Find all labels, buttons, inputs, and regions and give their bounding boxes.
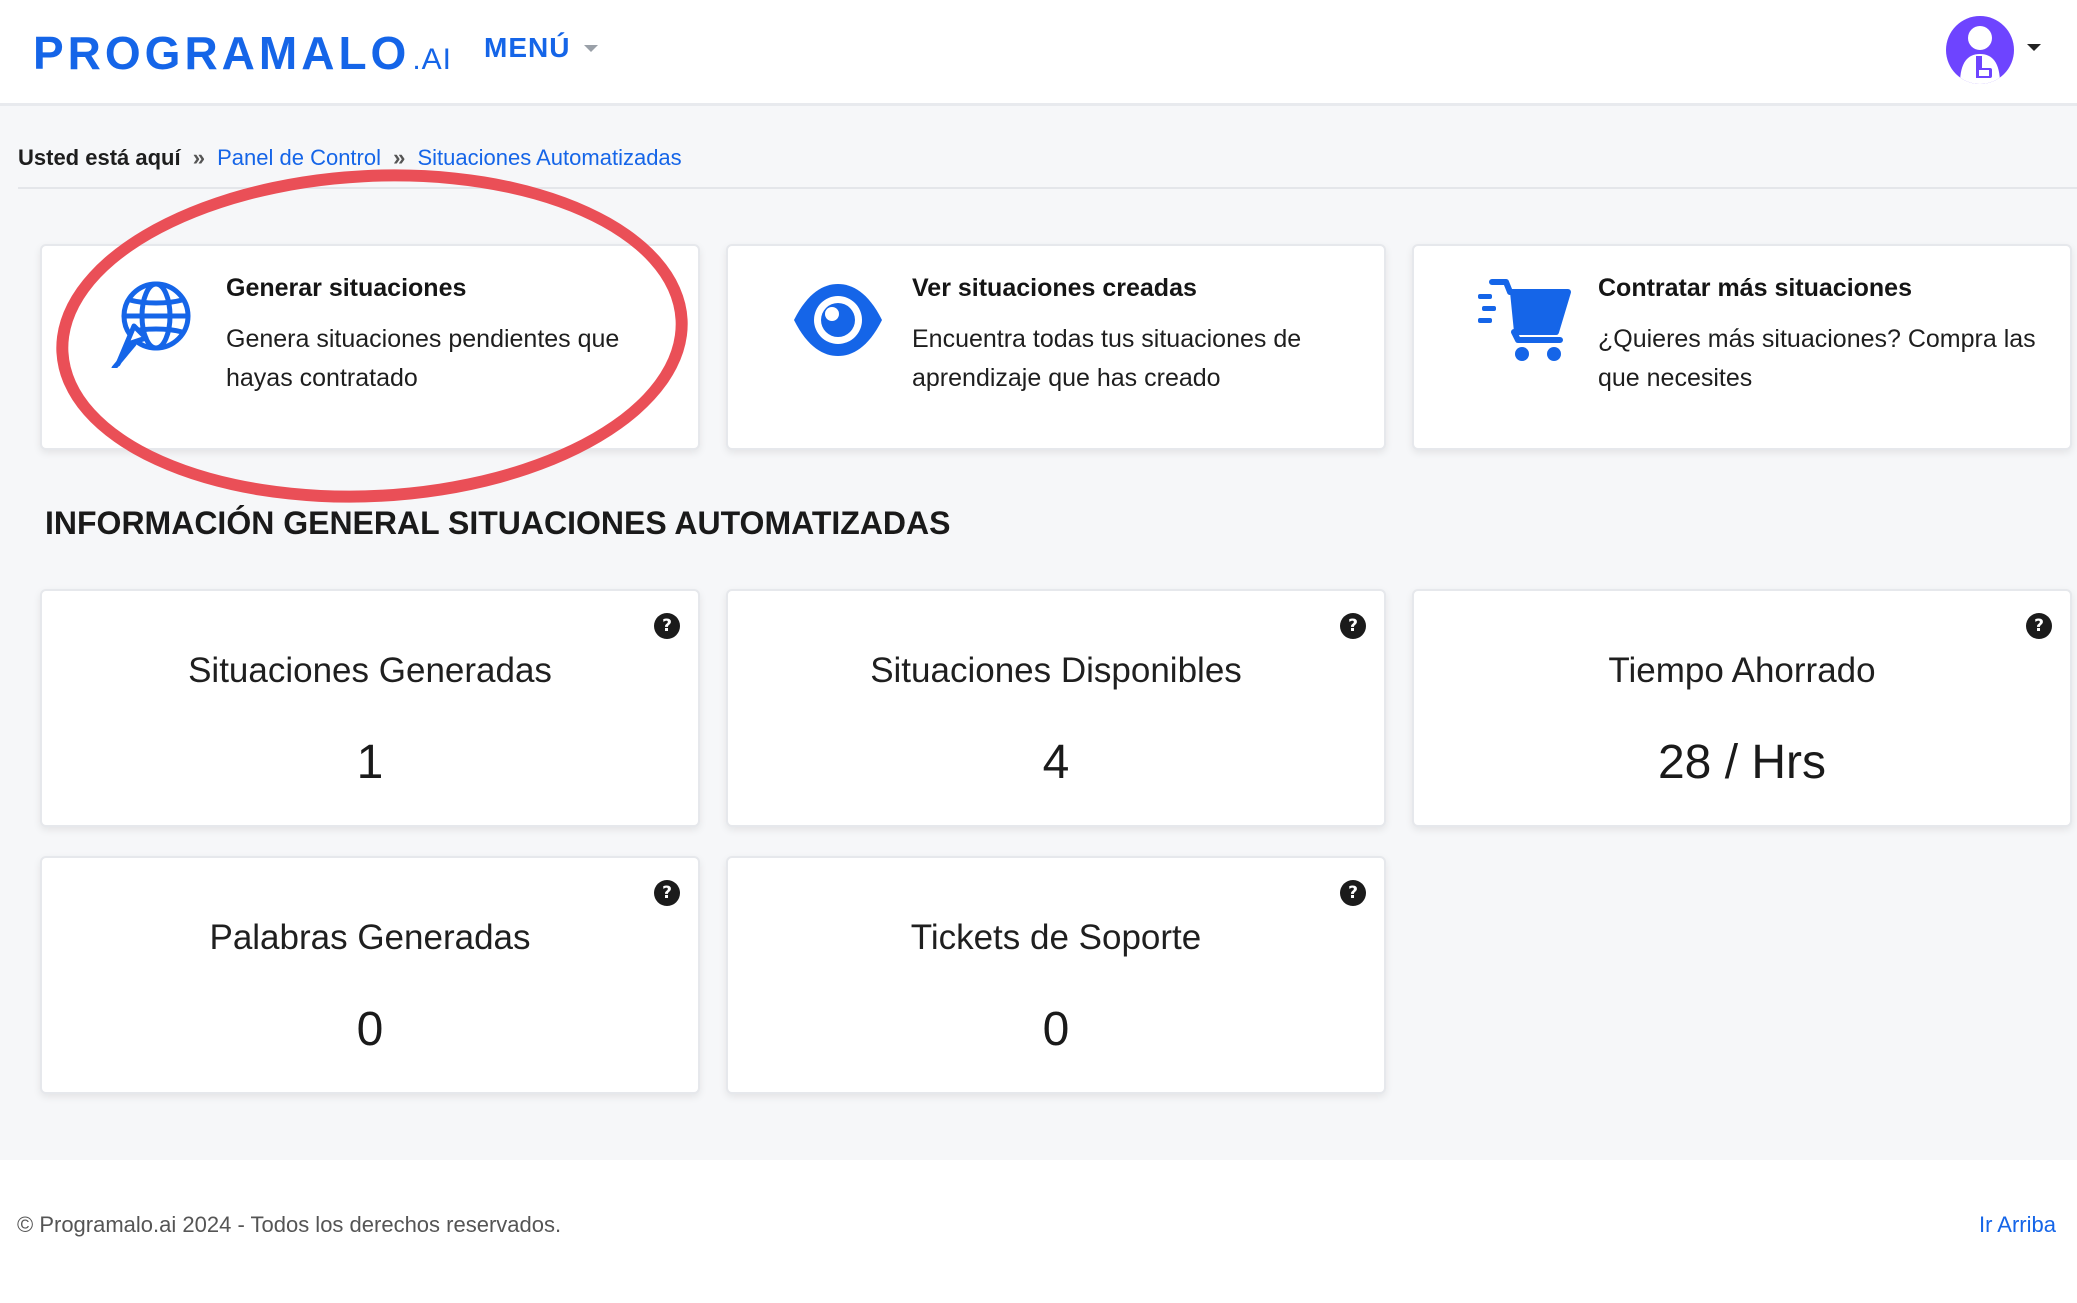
menu-label: MENÚ [484, 32, 571, 63]
caret-down-icon[interactable] [2027, 44, 2041, 51]
help-icon[interactable]: ? [1340, 880, 1366, 906]
logo-suffix: .AI [412, 43, 453, 76]
help-icon[interactable]: ? [654, 880, 680, 906]
breadcrumb-label: Usted está aquí [18, 145, 181, 170]
card-title: Generar situaciones [226, 274, 467, 302]
section-title: INFORMACIÓN GENERAL SITUACIONES AUTOMATI… [45, 505, 951, 541]
breadcrumb: Usted está aquí » Panel de Control » Sit… [18, 145, 2077, 189]
stat-title: Tiempo Ahorrado [1608, 651, 1876, 690]
stat-value: 1 [356, 736, 384, 789]
stat-card-available: Situaciones Disponibles 4 ? [726, 589, 1386, 827]
user-avatar[interactable] [1946, 16, 2014, 84]
help-icon[interactable]: ? [1340, 613, 1366, 639]
top-navbar: PROGRAMALO .AI MENÚ [0, 0, 2077, 106]
chevron-down-icon [584, 44, 599, 52]
buy-situations-card[interactable]: Contratar más situaciones ¿Quieres más s… [1412, 244, 2072, 450]
stat-title: Tickets de Soporte [910, 918, 1202, 957]
card-description: ¿Quieres más situaciones? Compra las que… [1598, 325, 2036, 392]
stat-card-generated: Situaciones Generadas 1 ? [40, 589, 700, 827]
card-description: Encuentra todas tus situaciones de apren… [912, 325, 1302, 392]
stat-title: Palabras Generadas [209, 918, 531, 957]
cart-icon [1478, 279, 1571, 361]
stat-value: 4 [1042, 736, 1070, 789]
footer: © Programalo.ai 2024 - Todos los derecho… [0, 1160, 2077, 1303]
help-icon[interactable]: ? [654, 613, 680, 639]
footer-copyright: © Programalo.ai 2024 - Todos los derecho… [17, 1212, 562, 1237]
stat-value: 0 [356, 1003, 384, 1056]
stat-card-words: Palabras Generadas 0 ? [40, 856, 700, 1094]
help-icon[interactable]: ? [2026, 613, 2052, 639]
breadcrumb-separator: » [393, 145, 406, 170]
breadcrumb-link-current[interactable]: Situaciones Automatizadas [418, 145, 682, 170]
back-to-top-link[interactable]: Ir Arriba [1979, 1212, 2056, 1238]
stat-card-time-saved: Tiempo Ahorrado 28 / Hrs ? [1412, 589, 2072, 827]
user-icon [1960, 26, 2000, 84]
breadcrumb-separator: » [192, 145, 205, 170]
generate-situations-card[interactable]: Generar situaciones Genera situaciones p… [40, 244, 700, 450]
view-situations-card[interactable]: Ver situaciones creadas Encuentra todas … [726, 244, 1386, 450]
stat-title: Situaciones Generadas [188, 651, 552, 690]
logo-text: PROGRAMALO [33, 27, 411, 79]
stat-title: Situaciones Disponibles [870, 651, 1242, 690]
stat-value: 0 [1042, 1003, 1070, 1056]
logo[interactable]: PROGRAMALO .AI [33, 26, 453, 79]
stat-value: 28 / Hrs [1657, 736, 1827, 789]
globe-cursor-icon [111, 281, 191, 368]
card-description: Genera situaciones pendientes que hayas … [226, 325, 620, 392]
eye-icon [794, 284, 882, 356]
card-title: Ver situaciones creadas [912, 274, 1197, 302]
breadcrumb-link-panel[interactable]: Panel de Control [217, 145, 381, 170]
main-menu-dropdown[interactable]: MENÚ [484, 32, 599, 64]
card-title: Contratar más situaciones [1598, 274, 1912, 302]
stat-card-tickets: Tickets de Soporte 0 ? [726, 856, 1386, 1094]
